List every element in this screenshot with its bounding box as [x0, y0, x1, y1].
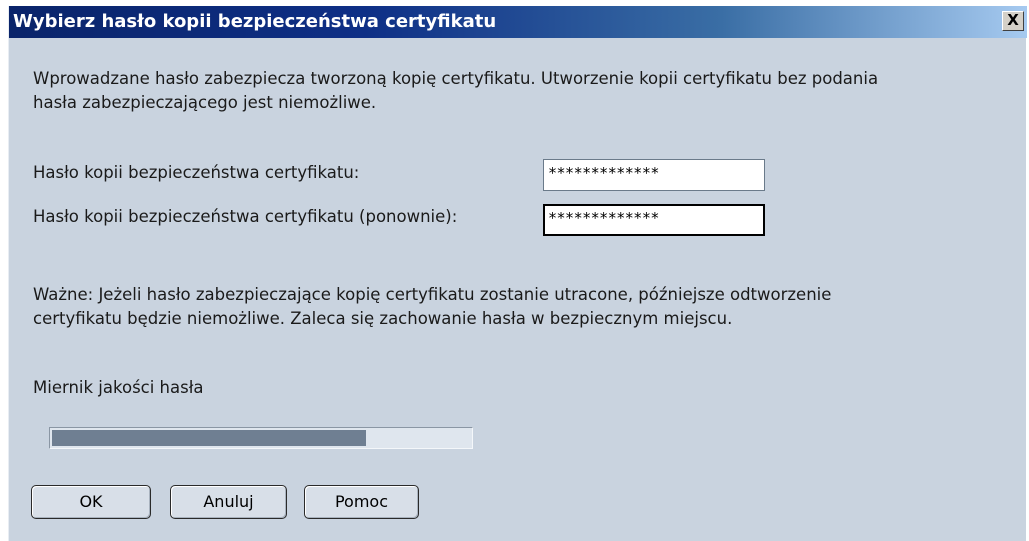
window-title: Wybierz hasło kopii bezpieczeństwa certy…: [13, 11, 497, 32]
password-quality-meter: [49, 427, 473, 449]
password-input[interactable]: *************: [543, 159, 765, 191]
password-confirm-label: Hasło kopii bezpieczeństwa certyfikatu (…: [33, 207, 458, 226]
help-button[interactable]: Pomoc: [304, 485, 419, 519]
title-bar[interactable]: Wybierz hasło kopii bezpieczeństwa certy…: [9, 6, 1027, 38]
intro-text-line-1: Wprowadzane hasło zabezpiecza tworzoną k…: [33, 69, 879, 88]
warning-text-line-2: certyfikatu będzie niemożliwe. Zaleca si…: [33, 309, 733, 328]
warning-text-line-1: Ważne: Jeżeli hasło zabezpieczające kopi…: [33, 285, 832, 304]
password-quality-meter-fill: [52, 430, 366, 446]
dialog-window: Wybierz hasło kopii bezpieczeństwa certy…: [8, 6, 1027, 541]
intro-text-line-2: hasła zabezpieczającego jest niemożliwe.: [33, 93, 377, 112]
password-label: Hasło kopii bezpieczeństwa certyfikatu:: [33, 163, 360, 182]
cancel-button[interactable]: Anuluj: [170, 485, 287, 519]
password-meter-label: Miernik jakości hasła: [33, 378, 204, 397]
close-button[interactable]: X: [1002, 11, 1024, 31]
password-confirm-input[interactable]: *************: [543, 204, 765, 236]
ok-button[interactable]: OK: [31, 485, 151, 519]
close-icon: X: [1007, 11, 1019, 29]
